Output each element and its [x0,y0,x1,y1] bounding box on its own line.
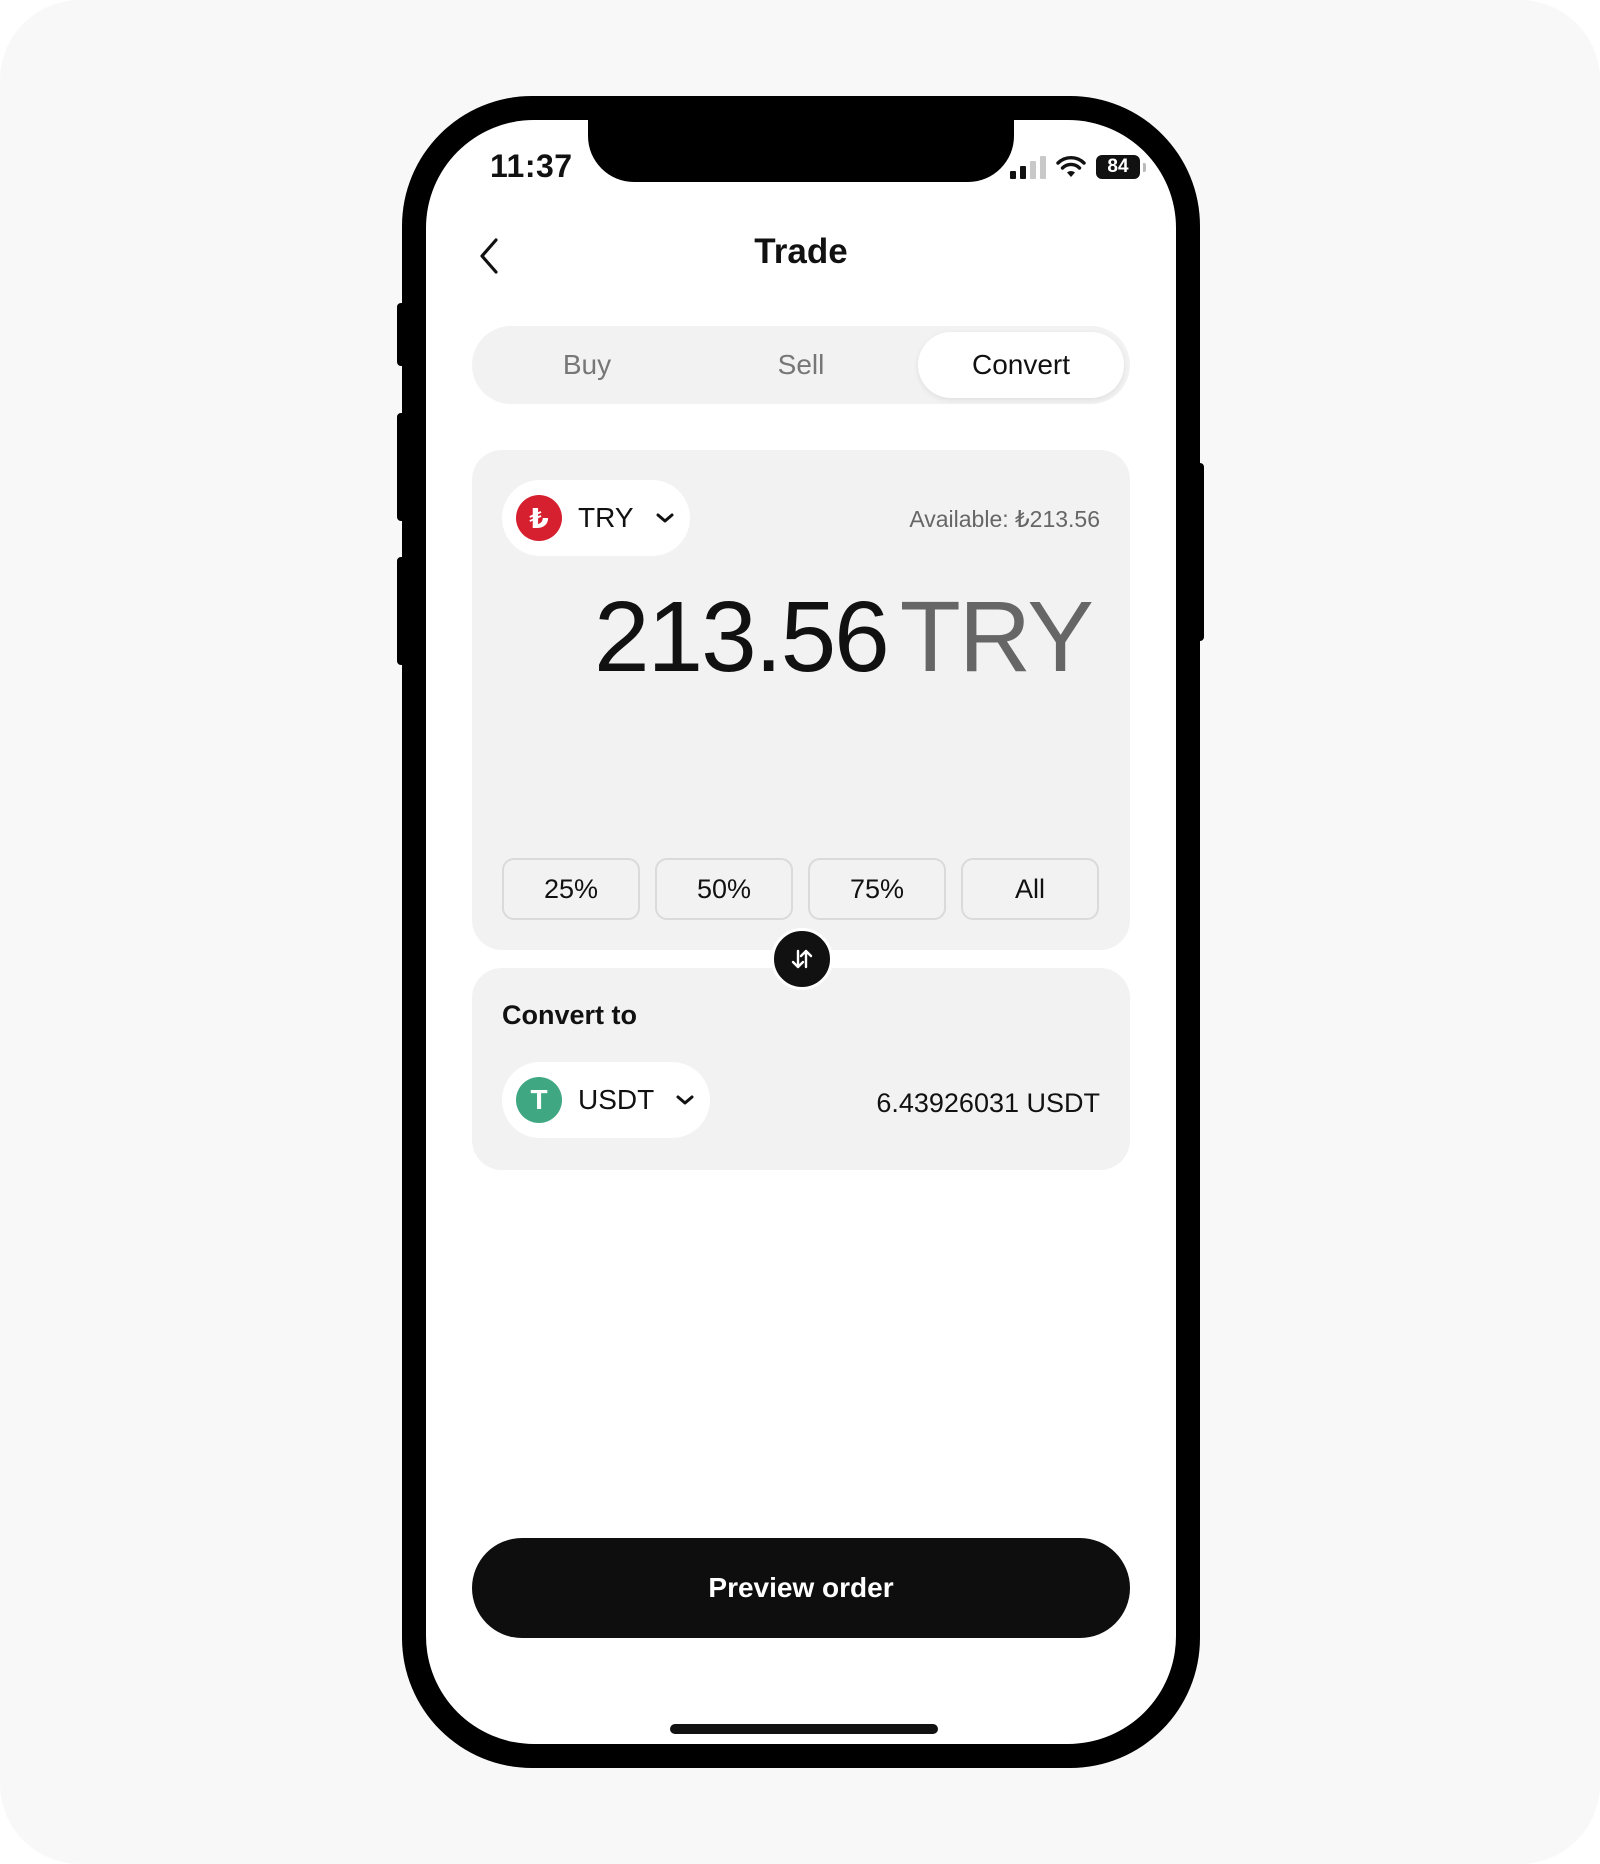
convert-from-card: ₺ TRY Available: ₺213.56 213.56 TRY 25% 5… [472,450,1130,950]
phone-screen: 11:37 84 Trade Buy Sell Convert ₺ TRY Av… [426,120,1176,1744]
usdt-coin-icon: T [516,1077,562,1123]
battery-icon: 84 [1096,155,1146,179]
tab-sell[interactable]: Sell [698,332,904,398]
trade-type-tabs: Buy Sell Convert [472,326,1130,404]
tab-buy[interactable]: Buy [484,332,690,398]
convert-to-card: Convert to T USDT 6.43926031 USDT [472,968,1130,1170]
from-asset-label: TRY [578,502,634,533]
tab-convert[interactable]: Convert [918,332,1124,398]
percent-25-button[interactable]: 25% [502,858,640,920]
amount-value: 213.56 [593,581,890,693]
chevron-down-icon [676,1095,694,1105]
convert-to-label: Convert to [502,1000,637,1030]
swap-arrows-icon [791,949,813,969]
wifi-icon [1056,156,1086,177]
percent-all-button[interactable]: All [961,858,1099,920]
home-indicator[interactable] [670,1724,938,1734]
amount-unit: TRY [899,581,1094,693]
percent-75-button[interactable]: 75% [808,858,946,920]
to-asset-label: USDT [578,1084,655,1115]
try-coin-icon: ₺ [516,495,562,541]
to-asset-selector[interactable]: T USDT [502,1062,710,1138]
from-asset-selector[interactable]: ₺ TRY [502,480,690,556]
status-icons: 84 [1010,152,1146,182]
signal-icon [1010,155,1046,179]
chevron-down-icon [656,513,673,523]
available-balance: Available: ₺213.56 [909,506,1100,532]
percent-50-button[interactable]: 50% [655,858,793,920]
percent-buttons: 25% 50% 75% All [502,858,1102,920]
page-title: Trade [754,232,848,271]
amount-input[interactable]: 213.56 TRY [593,580,1094,695]
preview-order-button[interactable]: Preview order [472,1538,1130,1638]
converted-amount: 6.43926031 USDT [876,1088,1100,1118]
swap-button[interactable] [771,928,833,990]
status-time: 11:37 [490,148,573,184]
notch [588,120,1014,182]
